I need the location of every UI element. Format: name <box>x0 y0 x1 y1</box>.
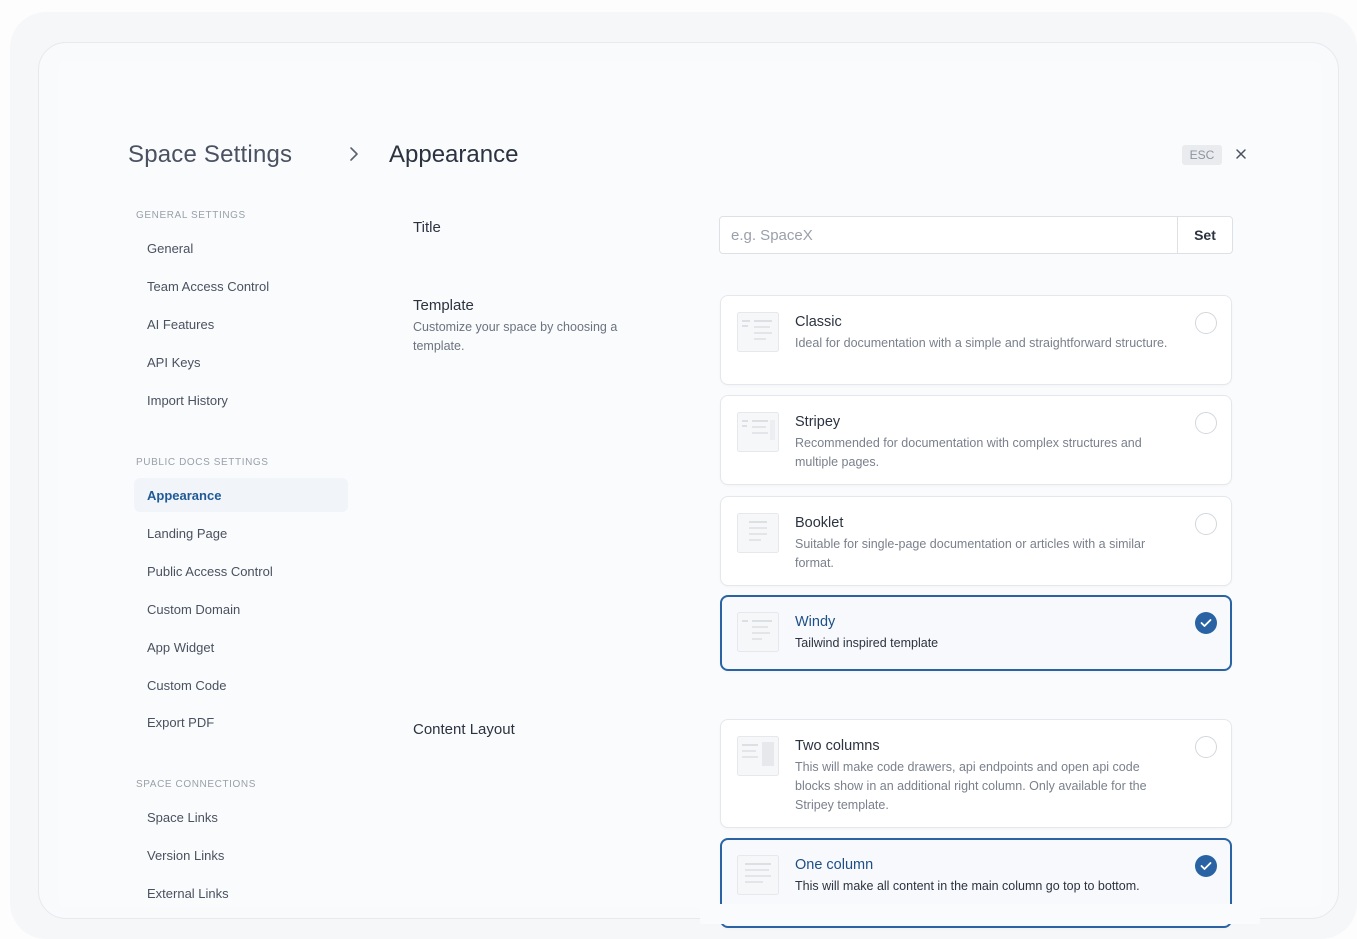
chevron-right-icon <box>350 147 358 161</box>
template-radio[interactable] <box>1195 412 1217 434</box>
sidebar-item-general[interactable]: General <box>147 241 193 256</box>
sidebar-item-ai-features[interactable]: AI Features <box>147 317 214 332</box>
template-title: Windy <box>795 614 836 630</box>
template-card-booklet[interactable]: Booklet Suitable for single-page documen… <box>720 496 1232 586</box>
page-title: Appearance <box>389 141 519 168</box>
sidebar-item-custom-code[interactable]: Custom Code <box>147 678 226 693</box>
layout-title: One column <box>795 857 874 873</box>
layout-card-two-columns[interactable]: Two columns This will make code drawers,… <box>720 719 1232 828</box>
sidebar-item-custom-domain[interactable]: Custom Domain <box>147 602 240 617</box>
sidebar-item-export-pdf[interactable]: Export PDF <box>147 715 214 730</box>
template-title: Stripey <box>795 414 841 430</box>
layout-desc: This will make all content in the main c… <box>795 879 1140 893</box>
layout-desc: This will make code drawers, api endpoin… <box>795 760 1147 812</box>
template-card-stripey[interactable]: Stripey Recommended for documentation wi… <box>720 395 1232 485</box>
layout-radio[interactable] <box>1195 736 1217 758</box>
template-card-windy[interactable]: Windy Tailwind inspired template <box>720 595 1232 671</box>
content-layout-label: Content Layout <box>413 721 515 738</box>
sidebar-section-public-docs: PUBLIC DOCS SETTINGS <box>136 457 269 468</box>
check-icon <box>1200 619 1212 627</box>
esc-badge: ESC <box>1182 145 1222 165</box>
check-icon <box>1200 862 1212 870</box>
sidebar-item-public-access-control[interactable]: Public Access Control <box>147 564 273 579</box>
template-radio[interactable] <box>1195 513 1217 535</box>
sidebar-item-space-links[interactable]: Space Links <box>147 810 218 825</box>
breadcrumb-parent[interactable]: Space Settings <box>128 141 292 169</box>
template-thumbnail-icon <box>737 312 779 352</box>
template-description: Customize your space by choosing a templ… <box>413 320 618 353</box>
template-desc: Recommended for documentation with compl… <box>795 436 1142 469</box>
sidebar-item-import-history[interactable]: Import History <box>147 393 228 408</box>
template-title: Booklet <box>795 515 844 531</box>
template-desc: Tailwind inspired template <box>795 636 939 650</box>
sidebar-item-app-widget[interactable]: App Widget <box>147 640 214 655</box>
sidebar-section-space-connections: SPACE CONNECTIONS <box>136 779 257 790</box>
template-radio[interactable] <box>1195 312 1217 334</box>
layout-thumbnail-icon <box>737 736 779 776</box>
sidebar-item-team-access-control[interactable]: Team Access Control <box>147 279 269 294</box>
sidebar-item-version-links[interactable]: Version Links <box>147 848 224 863</box>
template-title: Classic <box>795 314 842 330</box>
layout-thumbnail-icon <box>737 855 779 895</box>
template-desc: Ideal for documentation with a simple an… <box>795 336 1168 350</box>
template-thumbnail-icon <box>737 412 779 452</box>
scroll-fade <box>700 904 1260 924</box>
template-thumbnail-icon <box>737 612 779 652</box>
layout-title: Two columns <box>795 738 880 754</box>
template-label: Template <box>413 297 474 314</box>
title-input[interactable] <box>719 216 1178 254</box>
sidebar-item-api-keys[interactable]: API Keys <box>147 355 200 370</box>
sidebar-item-appearance[interactable]: Appearance <box>147 488 221 503</box>
template-thumbnail-icon <box>737 513 779 553</box>
close-icon[interactable] <box>1233 146 1249 162</box>
template-desc: Suitable for single-page documentation o… <box>795 537 1146 570</box>
sidebar-item-external-links[interactable]: External Links <box>147 886 229 901</box>
title-label: Title <box>413 219 441 236</box>
template-radio-selected[interactable] <box>1195 612 1217 634</box>
template-card-classic[interactable]: Classic Ideal for documentation with a s… <box>720 295 1232 385</box>
set-button[interactable]: Set <box>1177 216 1233 254</box>
layout-radio-selected[interactable] <box>1195 855 1217 877</box>
sidebar-item-landing-page[interactable]: Landing Page <box>147 526 227 541</box>
sidebar-section-general: GENERAL SETTINGS <box>136 210 246 221</box>
